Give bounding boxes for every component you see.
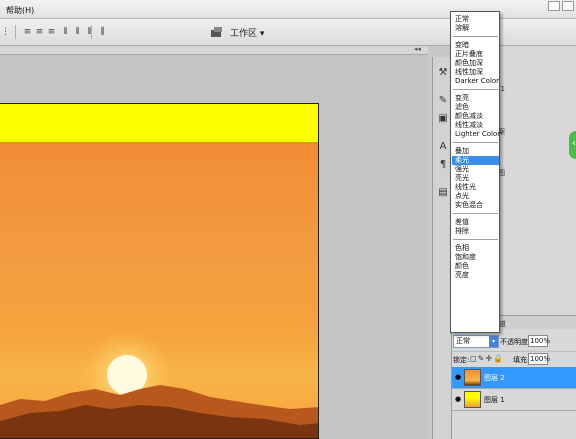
menu-item[interactable]: 正常	[452, 15, 499, 24]
menu-item[interactable]: 线性减淡	[452, 121, 499, 130]
fill-input[interactable]: 100%	[528, 353, 550, 365]
stamp-icon[interactable]: ▣	[435, 111, 451, 127]
layer-thumbnail	[464, 369, 481, 386]
layer-row[interactable]: ● 图层 2	[452, 367, 576, 389]
restore-button[interactable]	[562, 1, 574, 11]
lock-label: 锁定:	[453, 356, 470, 364]
eye-icon[interactable]: ●	[454, 373, 462, 381]
align-top-icon[interactable]: ≡	[22, 27, 33, 37]
minimize-button[interactable]	[548, 1, 560, 11]
bridge-icon[interactable]	[210, 26, 224, 38]
workspace-button[interactable]: 工作区 ▾	[230, 26, 264, 39]
toolbar-separator	[91, 25, 92, 39]
toolbar-separator	[15, 25, 16, 39]
align-bottom-icon[interactable]: ≡	[46, 27, 57, 37]
paragraph-icon[interactable]: ¶	[435, 157, 451, 173]
menu-item[interactable]: 色相	[452, 244, 499, 253]
auto-align-icon[interactable]: ⫼	[97, 27, 108, 37]
layer-name: 图层 2	[484, 374, 505, 382]
arrow-left-icon: ‹	[572, 138, 576, 149]
menu-item[interactable]: 滤色	[452, 103, 499, 112]
eye-icon[interactable]: ●	[454, 395, 462, 403]
menu-separator	[453, 89, 498, 90]
tools-icon[interactable]: ⚒	[435, 65, 451, 81]
document-image[interactable]	[0, 103, 319, 439]
align-middle-icon[interactable]: ≡	[34, 27, 45, 37]
lock-icons[interactable]: ◻✎✛🔒	[470, 354, 504, 363]
menu-item[interactable]: 变亮	[452, 94, 499, 103]
menu-item[interactable]: 实色混合	[452, 201, 499, 210]
menu-item[interactable]: 溶解	[452, 24, 499, 33]
menu-item[interactable]: Darker Color	[452, 77, 499, 86]
menu-item[interactable]: 线性加深	[452, 68, 499, 77]
menu-item[interactable]: 正片叠底	[452, 50, 499, 59]
menu-item[interactable]: 亮光	[452, 174, 499, 183]
layer-thumbnail	[464, 391, 481, 408]
layer-name: 图层 1	[484, 396, 505, 404]
collapse-icon[interactable]: ◂◂	[414, 45, 421, 53]
tool-strip: ⚒ ✎ ▣ A ¶ ▤	[432, 57, 452, 439]
menu-item[interactable]: 柔光	[452, 156, 499, 165]
distribute-center-icon[interactable]: ⫴	[72, 27, 83, 37]
menu-item[interactable]: 饱和度	[452, 253, 499, 262]
character-icon[interactable]: A	[435, 139, 451, 155]
sun-and-hills-illustration	[0, 330, 318, 438]
menu-help[interactable]: 帮助(H)	[6, 5, 34, 16]
yellow-layer-band	[0, 104, 318, 143]
menu-item[interactable]: 颜色减淡	[452, 112, 499, 121]
menu-item[interactable]: Lighter Color	[452, 130, 500, 139]
distribute-right-icon[interactable]: ⫴	[84, 27, 95, 37]
menu-item[interactable]: 线性光	[452, 183, 499, 192]
menu-item[interactable]: 颜色	[452, 262, 499, 271]
menu-separator	[453, 36, 498, 37]
menu-item[interactable]: 强光	[452, 165, 499, 174]
menu-item[interactable]: 点光	[452, 192, 499, 201]
canvas-area: ◂◂	[0, 45, 428, 439]
opacity-input[interactable]: 100%	[528, 335, 550, 347]
menu-item[interactable]: 变暗	[452, 41, 499, 50]
distribute-left-icon[interactable]: ⫴	[60, 27, 71, 37]
expand-button[interactable]: ‹	[569, 131, 576, 159]
blend-mode-menu: 正常 溶解 变暗 正片叠底 颜色加深 线性加深 Darker Color 变亮 滤色 颜色减淡 线性…	[450, 11, 500, 333]
document-tab-strip: ◂◂	[0, 45, 428, 55]
menu-item[interactable]: 差值	[452, 218, 499, 227]
blend-mode-select[interactable]: 正常 ▾	[453, 335, 499, 348]
brush-icon[interactable]: ✎	[435, 93, 451, 109]
sunset-photo	[0, 143, 318, 438]
menu-item[interactable]: 叠加	[452, 147, 499, 156]
lock-row: 锁定: ◻✎✛🔒 填充: 100%	[453, 351, 576, 366]
menu-item[interactable]: 排除	[452, 227, 499, 236]
menu-separator	[453, 142, 498, 143]
align-icon[interactable]: ⋮	[0, 27, 11, 37]
menu-separator	[453, 213, 498, 214]
layer-row[interactable]: ● 图层 1	[452, 389, 576, 411]
blend-mode-value: 正常	[456, 337, 470, 345]
fill-label: 填充:	[513, 356, 530, 364]
opacity-label: 不透明度:	[500, 338, 531, 346]
menu-separator	[453, 239, 498, 240]
chevron-down-icon[interactable]: ▾	[489, 336, 498, 347]
menu-item[interactable]: 颜色加深	[452, 59, 499, 68]
menu-item[interactable]: 亮度	[452, 271, 499, 280]
layer-comps-icon[interactable]: ▤	[435, 185, 451, 201]
